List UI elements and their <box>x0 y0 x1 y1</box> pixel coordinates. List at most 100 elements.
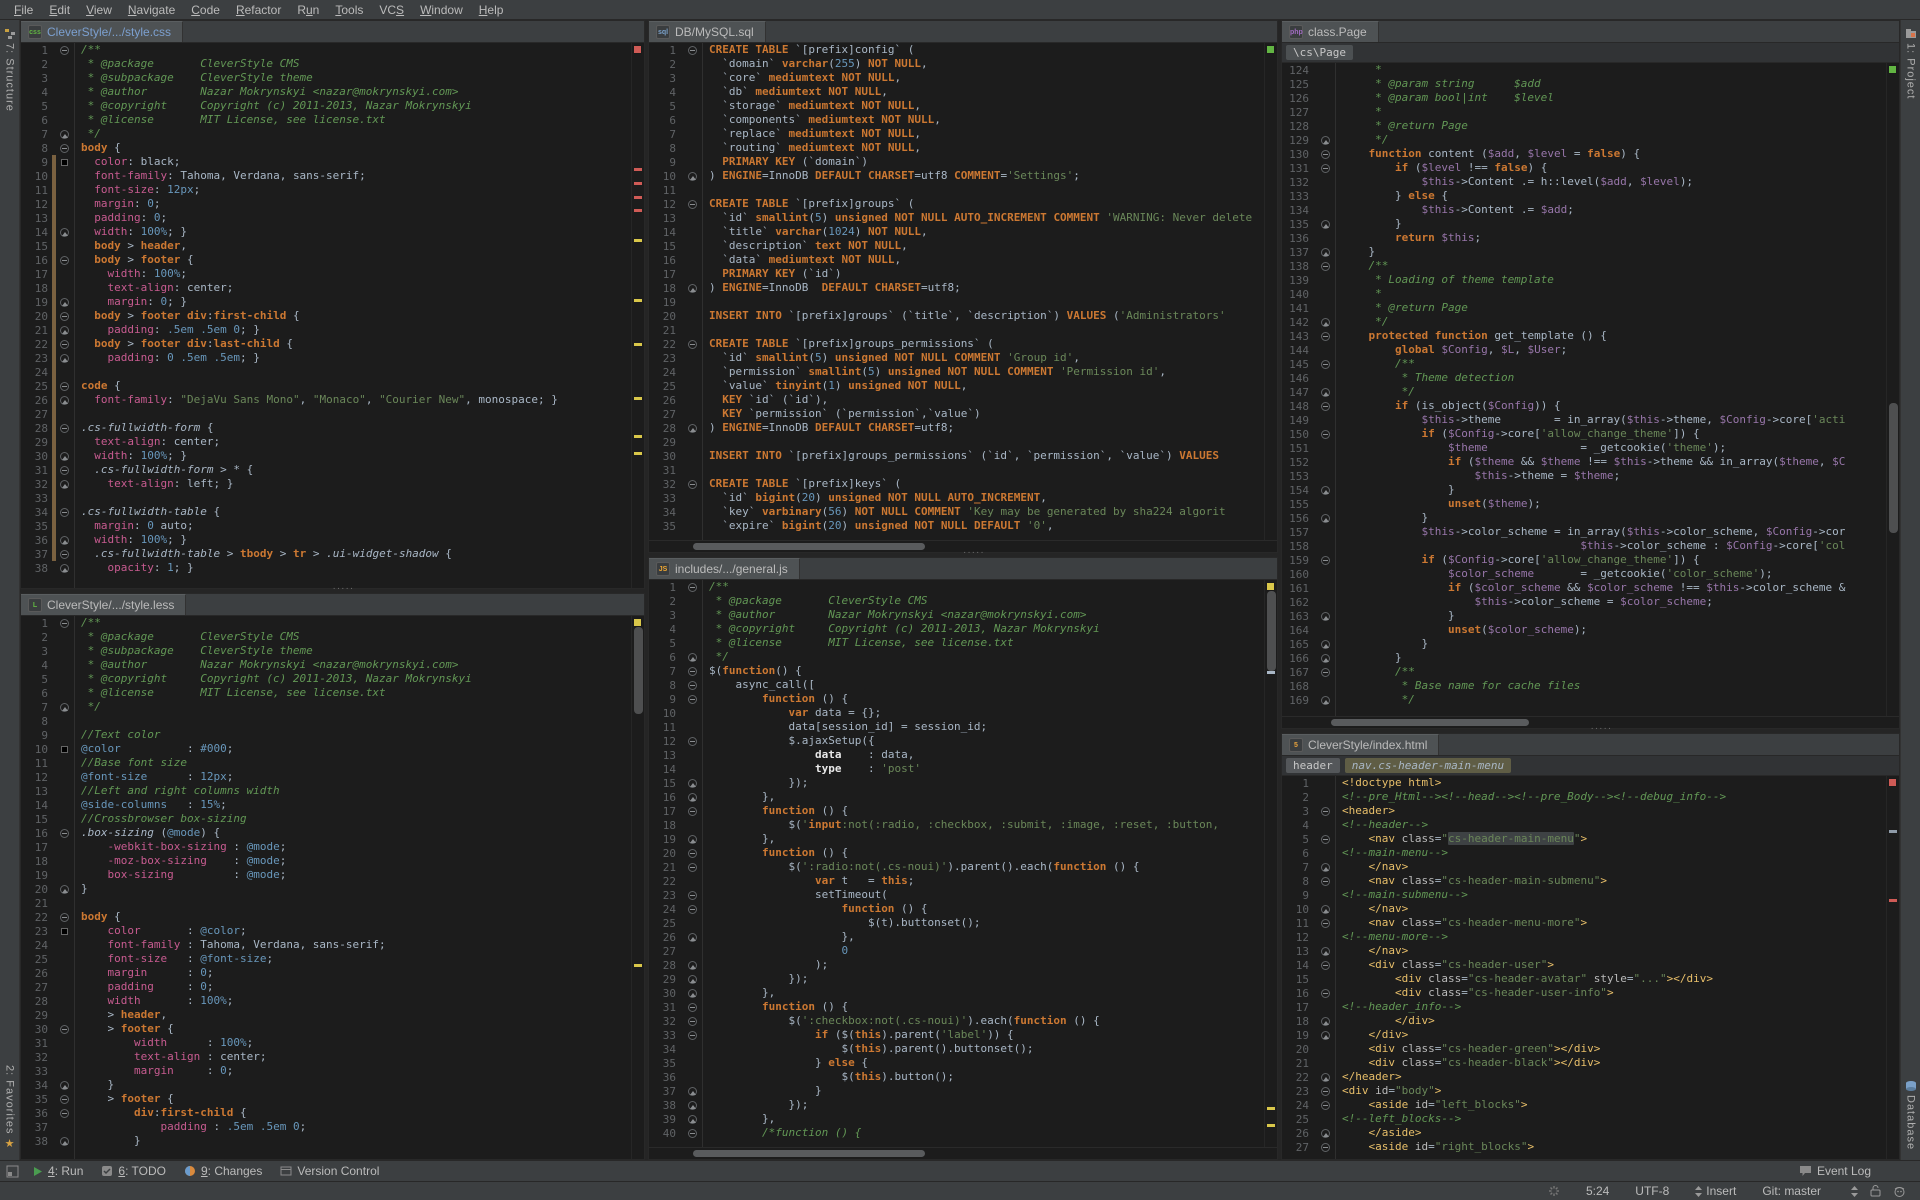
fold-collapse-icon[interactable] <box>1321 1143 1330 1152</box>
line-number[interactable]: 22 <box>21 337 74 351</box>
line-number[interactable]: 28 <box>649 958 702 972</box>
line-number[interactable]: 3 <box>21 71 74 85</box>
gutter-html[interactable]: 1234567891011121314151617181920212223242… <box>1282 776 1336 1159</box>
fold-end-icon[interactable] <box>688 793 697 802</box>
gutter-js[interactable]: 1234567891011121314151617181920212223242… <box>649 580 703 1147</box>
line-number[interactable]: 158 <box>1282 539 1335 553</box>
vertical-scrollbar[interactable] <box>1889 403 1898 534</box>
vertical-scrollbar[interactable] <box>1267 591 1276 670</box>
gutter-sql[interactable]: 1234567891011121314151617181920212223242… <box>649 43 703 540</box>
line-number[interactable]: 1 <box>21 43 74 57</box>
line-number[interactable]: 20 <box>21 882 74 896</box>
line-number[interactable]: 2 <box>21 57 74 71</box>
fold-end-icon[interactable] <box>1321 696 1330 705</box>
fold-collapse-icon[interactable] <box>688 1003 697 1012</box>
editor-less[interactable]: 1234567891011121314151617181920212223242… <box>21 616 644 1159</box>
line-number[interactable]: 167 <box>1282 665 1335 679</box>
line-number[interactable]: 3 <box>1282 804 1335 818</box>
fold-collapse-icon[interactable] <box>688 200 697 209</box>
fold-collapse-icon[interactable] <box>60 144 69 153</box>
line-number[interactable]: 12 <box>21 197 74 211</box>
fold-collapse-icon[interactable] <box>688 1017 697 1026</box>
toolwindow-button--todo[interactable]: 6: TODO <box>92 1161 175 1181</box>
fold-collapse-icon[interactable] <box>60 46 69 55</box>
fold-end-icon[interactable] <box>60 130 69 139</box>
toolwindow-button-structure[interactable]: 7: Structure <box>4 28 16 112</box>
line-number[interactable]: 146 <box>1282 371 1335 385</box>
line-number[interactable]: 32 <box>649 1014 702 1028</box>
line-number[interactable]: 25 <box>649 379 702 393</box>
editor-css[interactable]: 1234567891011121314151617181920212223242… <box>21 43 644 588</box>
code-sql[interactable]: CREATE TABLE `[prefix]config` ( `domain`… <box>703 43 1277 540</box>
fold-end-icon[interactable] <box>688 1115 697 1124</box>
toolwindow-button--changes[interactable]: 9: Changes <box>175 1161 271 1181</box>
fold-collapse-icon[interactable] <box>60 508 69 517</box>
line-number[interactable]: 31 <box>21 463 74 477</box>
line-number[interactable]: 31 <box>649 1000 702 1014</box>
line-number[interactable]: 23 <box>649 888 702 902</box>
code-css[interactable]: /** * @package CleverStyle CMS * @subpac… <box>75 43 644 588</box>
editor-js[interactable]: 1234567891011121314151617181920212223242… <box>649 580 1277 1147</box>
line-number[interactable]: 22 <box>649 874 702 888</box>
fold-collapse-icon[interactable] <box>60 913 69 922</box>
pane-splitter[interactable] <box>648 553 1278 557</box>
line-number[interactable]: 25 <box>649 916 702 930</box>
line-number[interactable]: 19 <box>649 832 702 846</box>
line-number[interactable]: 9 <box>21 155 74 169</box>
line-number[interactable]: 169 <box>1282 693 1335 707</box>
line-number[interactable]: 151 <box>1282 441 1335 455</box>
line-number[interactable]: 3 <box>649 71 702 85</box>
line-number[interactable]: 161 <box>1282 581 1335 595</box>
line-number[interactable]: 165 <box>1282 637 1335 651</box>
line-number[interactable]: 24 <box>649 365 702 379</box>
fold-collapse-icon[interactable] <box>1321 262 1330 271</box>
line-number[interactable]: 5 <box>649 99 702 113</box>
line-number[interactable]: 33 <box>21 491 74 505</box>
line-number[interactable]: 136 <box>1282 231 1335 245</box>
line-number[interactable]: 126 <box>1282 91 1335 105</box>
line-number[interactable]: 131 <box>1282 161 1335 175</box>
line-number[interactable]: 14 <box>21 225 74 239</box>
fold-collapse-icon[interactable] <box>1321 1101 1330 1110</box>
line-number[interactable]: 127 <box>1282 105 1335 119</box>
fold-end-icon[interactable] <box>688 653 697 662</box>
gutter-css[interactable]: 1234567891011121314151617181920212223242… <box>21 43 75 588</box>
menu-file[interactable]: File <box>6 1 41 19</box>
line-number[interactable]: 36 <box>649 1070 702 1084</box>
line-number[interactable]: 30 <box>649 986 702 1000</box>
line-number[interactable]: 143 <box>1282 329 1335 343</box>
line-number[interactable]: 35 <box>649 1056 702 1070</box>
line-number[interactable]: 6 <box>21 113 74 127</box>
tab-css[interactable]: cssCleverStyle/.../style.css <box>21 21 183 42</box>
fold-collapse-icon[interactable] <box>688 583 697 592</box>
line-number[interactable]: 12 <box>649 734 702 748</box>
line-number[interactable]: 142 <box>1282 315 1335 329</box>
fold-end-icon[interactable] <box>60 228 69 237</box>
fold-end-icon[interactable] <box>1321 1073 1330 1082</box>
line-number[interactable]: 28 <box>649 421 702 435</box>
line-number[interactable]: 4 <box>1282 818 1335 832</box>
fold-end-icon[interactable] <box>60 1081 69 1090</box>
line-number[interactable]: 3 <box>21 644 74 658</box>
line-number[interactable]: 166 <box>1282 651 1335 665</box>
line-number[interactable]: 33 <box>649 491 702 505</box>
fold-end-icon[interactable] <box>60 1137 69 1146</box>
line-number[interactable]: 30 <box>21 449 74 463</box>
line-number[interactable]: 5 <box>21 99 74 113</box>
line-number[interactable]: 25 <box>21 952 74 966</box>
fold-collapse-icon[interactable] <box>1321 556 1330 565</box>
line-number[interactable]: 30 <box>21 1022 74 1036</box>
line-number[interactable]: 34 <box>649 505 702 519</box>
line-number[interactable]: 16 <box>649 253 702 267</box>
line-number[interactable]: 155 <box>1282 497 1335 511</box>
line-number[interactable]: 27 <box>21 407 74 421</box>
line-number[interactable]: 14 <box>649 225 702 239</box>
line-number[interactable]: 20 <box>649 846 702 860</box>
fold-collapse-icon[interactable] <box>60 1095 69 1104</box>
line-number[interactable]: 25 <box>21 379 74 393</box>
line-number[interactable]: 156 <box>1282 511 1335 525</box>
menu-view[interactable]: View <box>78 1 120 19</box>
gutter-php[interactable]: 1241251261271281291301311321331341351361… <box>1282 63 1336 716</box>
line-number[interactable]: 32 <box>21 477 74 491</box>
fold-end-icon[interactable] <box>1321 1017 1330 1026</box>
